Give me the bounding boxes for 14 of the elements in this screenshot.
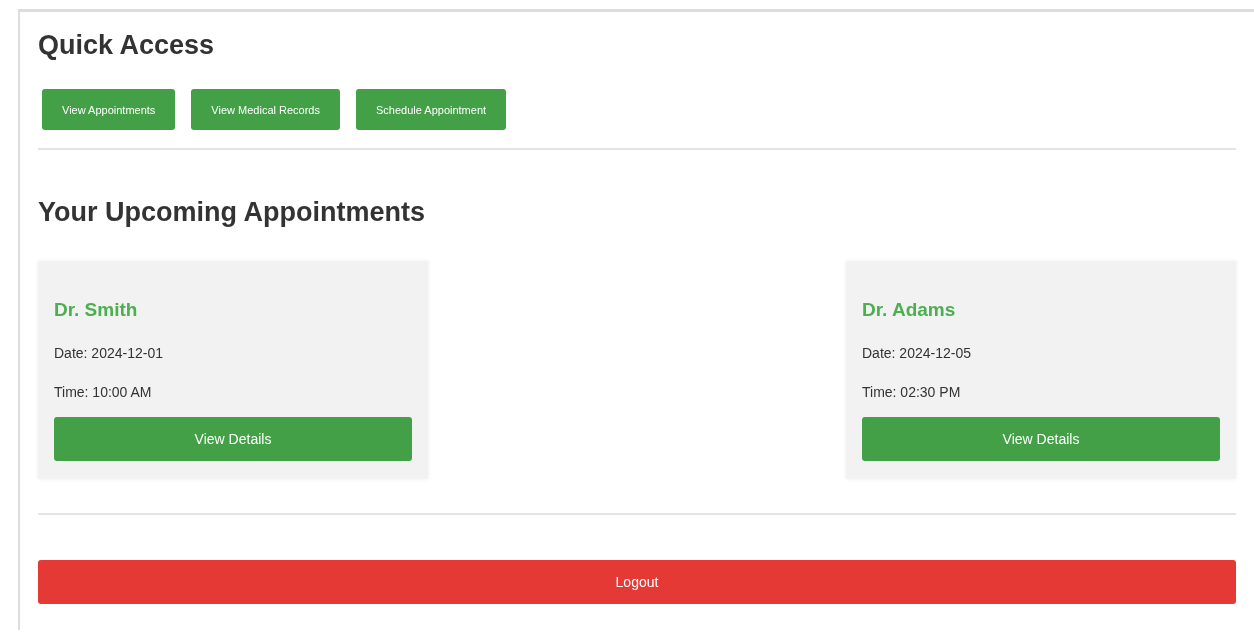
section-heading: Your Upcoming Appointments xyxy=(38,197,426,228)
view-details-button[interactable]: View Details xyxy=(862,417,1220,461)
appointment-time: Time: 02:30 PM xyxy=(862,384,962,400)
section-heading: Quick Access xyxy=(38,30,216,61)
view-details-button[interactable]: View Details xyxy=(54,417,412,461)
appointment-date: Date: 2024-12-01 xyxy=(54,345,164,361)
appointment-time: Time: 10:00 AM xyxy=(54,384,153,400)
quick-access-button[interactable]: Schedule Appointment xyxy=(356,89,507,130)
doctor-name: Dr. Smith xyxy=(54,299,139,321)
appointment-date: Date: 2024-12-05 xyxy=(862,345,972,361)
quick-access-button[interactable]: View Appointments xyxy=(42,89,176,130)
doctor-name: Dr. Adams xyxy=(862,299,957,321)
quick-access-button[interactable]: View Medical Records xyxy=(191,89,340,130)
logout-button[interactable]: Logout xyxy=(38,560,1236,604)
